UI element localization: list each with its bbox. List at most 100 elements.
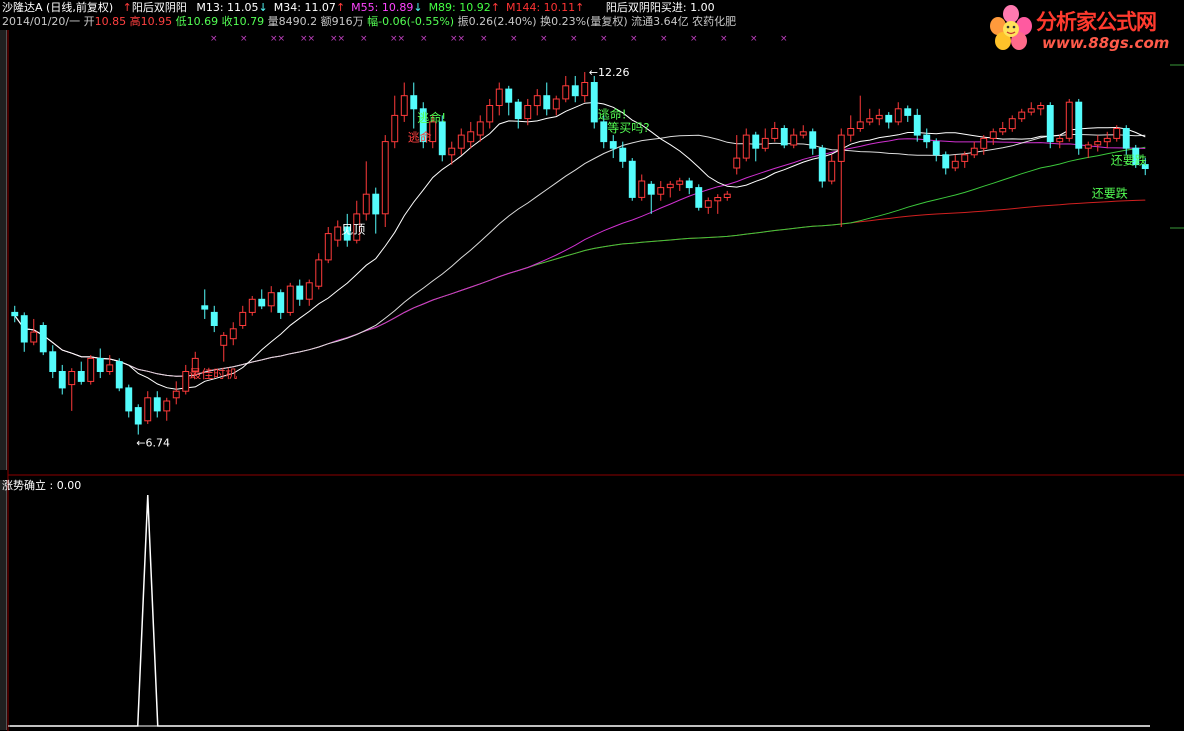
close-label: 收 [221, 15, 233, 28]
candle [875, 108, 883, 126]
candle-body [647, 183, 655, 195]
candle [486, 98, 494, 129]
candle-body [657, 187, 665, 195]
candle-body [799, 131, 807, 136]
top-marker: × [570, 34, 578, 44]
top-marker: × [780, 34, 788, 44]
candle-body [723, 193, 731, 198]
change-value: -0.06(-0.55%) [378, 15, 455, 28]
ma-arrow-icon: ↓ [413, 1, 423, 14]
top-marker: × [600, 34, 608, 44]
candle-body [628, 160, 636, 198]
candle-body [761, 137, 769, 149]
candle [1027, 102, 1035, 116]
volume-value: 8490.2 [278, 15, 318, 28]
candle [334, 220, 342, 247]
top-marker: × [540, 34, 548, 44]
left-tab-strip-lower[interactable] [0, 480, 7, 730]
candle-body [210, 311, 218, 326]
candle [324, 227, 332, 264]
candle-body [296, 285, 304, 300]
candle-body [182, 371, 190, 392]
candle-body [172, 390, 180, 399]
candle [1084, 141, 1092, 159]
candle [695, 184, 703, 211]
candle-body [581, 82, 589, 97]
candle-body [324, 233, 332, 261]
candle [134, 404, 142, 435]
header-line: 沙隆达A (日线,前复权) ↑阳后双阴阳 M13: 11.05↓ M34: 11.… [2, 1, 715, 14]
candle-body [904, 108, 912, 116]
bar-date: 2014/01/20/一 [2, 15, 81, 28]
candle-body [1084, 144, 1092, 149]
candle [258, 289, 266, 310]
candle-body [77, 371, 85, 382]
candle-body [590, 82, 598, 123]
candle-body [704, 200, 712, 208]
candle [277, 289, 285, 319]
candle-body [467, 131, 475, 143]
candle-body [1046, 105, 1054, 143]
candle [913, 108, 921, 142]
up-arrow-icon: ↑ [122, 1, 132, 14]
candle-body [856, 121, 864, 130]
candle-body [1056, 137, 1064, 143]
candle-body [1027, 108, 1035, 113]
chart-mode[interactable]: (日线,前复权) [46, 1, 113, 14]
candle-body [87, 357, 95, 382]
info-line: 2014/01/20/一 开10.85 高10.95 低10.69 收10.79… [2, 15, 736, 28]
candle-body [49, 351, 57, 372]
candle-body [372, 193, 380, 215]
ma-arrow-icon: ↑ [335, 1, 346, 14]
candle-body [267, 292, 275, 307]
candle-body [381, 141, 389, 215]
signal-label: 最佳时机 [189, 367, 237, 381]
sector-name[interactable]: 农药化肥 [692, 15, 736, 28]
candle [1008, 115, 1016, 132]
candle-body [201, 305, 209, 310]
logo-name: 分析家公式网 [1036, 10, 1157, 34]
signal-label: 逃命 [408, 130, 432, 145]
candle-body [362, 193, 370, 215]
candle [733, 135, 741, 175]
amount-label: 额 [320, 15, 332, 28]
candle [780, 125, 788, 149]
candle-body [277, 292, 285, 313]
candle-body [714, 197, 722, 202]
ma-value-0: M13: 11.05↓ [196, 1, 268, 14]
left-tab-strip[interactable] [0, 30, 7, 470]
candle [172, 381, 180, 405]
candle-body [999, 128, 1007, 133]
top-marker: ×× [270, 34, 285, 44]
candle-body [875, 114, 883, 120]
buy-signal-label: 阳后双阴阳买进: [605, 1, 687, 14]
top-marker: × [750, 34, 758, 44]
ma-value-1: M34: 11.07↑ [273, 1, 346, 14]
sub-indicator-panel [10, 494, 1150, 727]
ma-line-m144 [14, 199, 1146, 377]
candle [714, 194, 722, 214]
candle [1056, 135, 1064, 149]
candle [628, 158, 636, 201]
candle-body [609, 141, 617, 149]
candle [505, 85, 513, 116]
candle-body [885, 114, 893, 123]
candle-body [305, 282, 313, 300]
signal-label: 逃命! [417, 110, 446, 125]
candle [381, 135, 389, 228]
candle [951, 154, 959, 172]
sub-indicator-spike [10, 494, 1150, 727]
top-marker: × [360, 34, 368, 44]
sub-indicator-label[interactable]: 涨势确立 : [2, 479, 53, 492]
candle [923, 128, 931, 149]
indicator-name[interactable]: 阳后双阴阳 [132, 1, 187, 14]
candle [58, 364, 66, 395]
top-marker: × [720, 34, 728, 44]
candle [286, 282, 294, 316]
stock-name[interactable]: 沙隆达A [2, 1, 43, 14]
candle [742, 128, 750, 162]
high-value: 10.95 [140, 15, 173, 28]
candle [372, 187, 380, 234]
candle [885, 112, 893, 129]
candle-body [68, 371, 76, 386]
